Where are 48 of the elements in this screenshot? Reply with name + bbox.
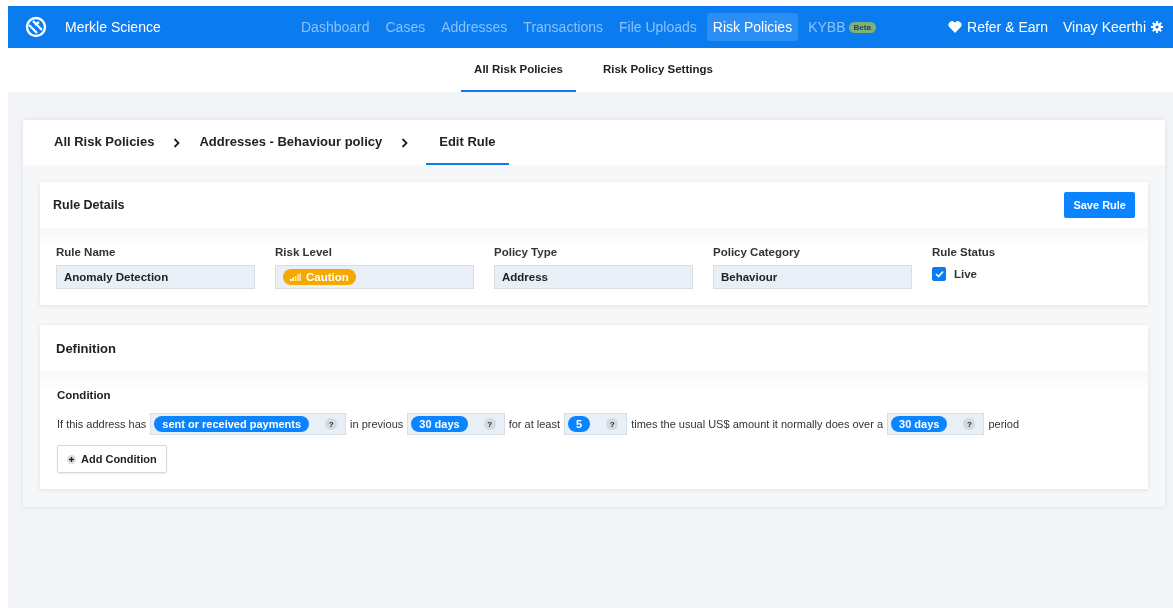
beta-badge: Beta [848, 21, 876, 33]
value-pill: 30 days [891, 416, 948, 432]
breadcrumb-link[interactable]: All Risk Policies [53, 120, 156, 165]
condition-text: If this address has [57, 418, 147, 430]
field-label: Policy Category [713, 246, 801, 258]
help-icon[interactable]: ? [325, 418, 338, 430]
condition-label: Condition [57, 389, 112, 401]
checkbox-label: Live [954, 268, 977, 280]
condition-select[interactable]: 30 days ? [407, 413, 505, 435]
help-icon[interactable]: ? [963, 418, 976, 430]
condition-text: in previous [350, 418, 404, 430]
condition-select[interactable]: 5 ? [564, 413, 628, 435]
input-field[interactable]: Behaviour [713, 265, 912, 289]
panel-title: Definition [55, 340, 116, 356]
settings-icon [1151, 21, 1163, 33]
condition-text: times the usual US$ amount it normally does over a [631, 418, 884, 430]
nav-tab[interactable]: KYBB Beta [802, 13, 882, 41]
tab[interactable]: Risk Policy Settings [589, 48, 726, 92]
breadcrumb-link[interactable]: Addresses - Behaviour policy [198, 120, 384, 165]
chevron-icon [401, 137, 409, 148]
save-button[interactable]: Save Rule [1064, 192, 1135, 218]
field-label: Rule Name [56, 246, 117, 258]
condition-text: for at least [508, 418, 560, 430]
value-pill: sent or received payments [154, 416, 310, 432]
panel-title: Rule Details [53, 198, 125, 212]
input-field[interactable]: Address [494, 265, 693, 289]
help-icon[interactable]: ? [483, 418, 496, 430]
input-field[interactable]: Anomaly Detection [56, 265, 255, 289]
field-label: Risk Level [275, 246, 333, 258]
user-menu[interactable]: Vinay Keerthi [1063, 19, 1163, 35]
refer-link[interactable]: Refer & Earn [948, 19, 1048, 35]
signal-icon [290, 273, 301, 281]
condition-text: period [988, 418, 1019, 430]
logo-icon [25, 16, 47, 38]
add-condition-button[interactable]: Add Condition [57, 445, 167, 473]
field-label: Policy Type [494, 246, 559, 258]
condition-select[interactable]: sent or received payments ? [150, 413, 347, 435]
condition-select[interactable]: 30 days ? [887, 413, 985, 435]
brand-name: Merkle Science [65, 19, 161, 35]
plus-icon [67, 454, 76, 464]
heart-icon [948, 21, 963, 33]
value-pill: 5 [568, 416, 591, 432]
checkbox[interactable] [932, 267, 946, 281]
risk-badge: Caution [283, 269, 356, 285]
value-pill: 30 days [411, 416, 468, 432]
help-icon[interactable]: ? [606, 418, 619, 430]
field-label: Rule Status [932, 246, 997, 258]
chevron-icon [173, 137, 181, 148]
